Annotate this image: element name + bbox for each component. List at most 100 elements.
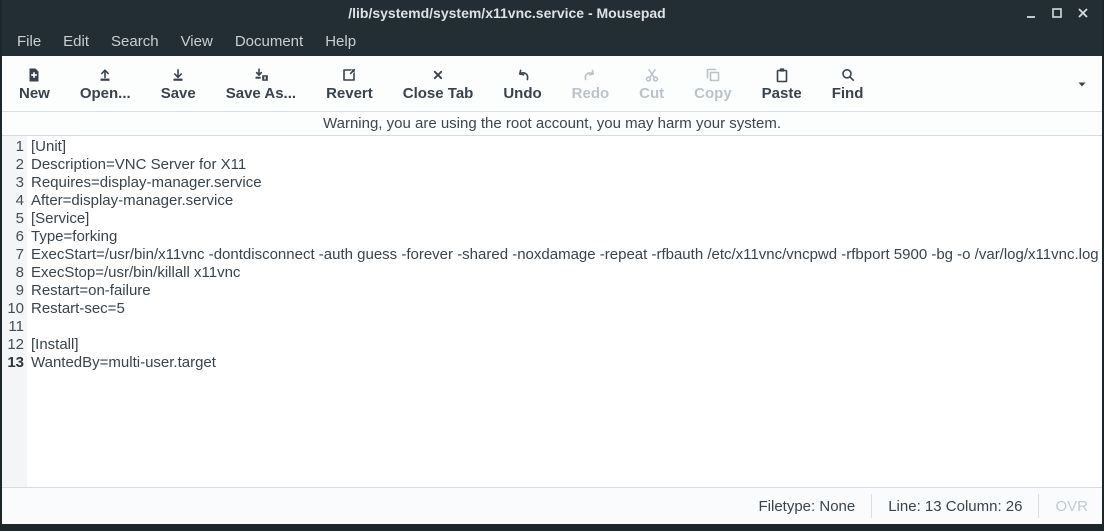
line-text: [Unit]: [27, 138, 66, 156]
toolbar-button-label: Paste: [762, 86, 802, 101]
editor-line: 9Restart=on-failure: [2, 282, 1102, 300]
open-icon: [97, 67, 113, 83]
menu-item-document[interactable]: Document: [224, 29, 314, 54]
line-number: 5: [2, 210, 27, 228]
line-text: ExecStart=/usr/bin/x11vnc -dontdisconnec…: [27, 246, 1099, 264]
toolbar-button-label: Revert: [326, 86, 373, 101]
toolbar-button-label: Copy: [694, 86, 732, 101]
editor-line: 7ExecStart=/usr/bin/x11vnc -dontdisconne…: [2, 246, 1102, 264]
close-tab-icon: [430, 67, 446, 83]
menubar: FileEditSearchViewDocumentHelp: [2, 26, 1102, 56]
statusbar: Filetype: None Line: 13 Column: 26 OVR: [2, 487, 1102, 524]
line-text: Description=VNC Server for X11: [27, 156, 246, 174]
editor-line: 4After=display-manager.service: [2, 192, 1102, 210]
statusbar-filetype[interactable]: Filetype: None: [743, 495, 872, 517]
line-text: Restart-sec=5: [27, 300, 125, 318]
line-number: 3: [2, 174, 27, 192]
save-icon: [170, 67, 186, 83]
statusbar-position[interactable]: Line: 13 Column: 26: [872, 495, 1038, 517]
line-number: 9: [2, 282, 27, 300]
toolbar-button-label: Open...: [80, 86, 131, 101]
toolbar-button-paste[interactable]: Paste: [747, 59, 817, 109]
menu-item-file[interactable]: File: [6, 29, 52, 54]
root-warning-text: Warning, you are using the root account,…: [323, 115, 781, 132]
find-icon: [840, 67, 856, 83]
editor-line: 5[Service]: [2, 210, 1102, 228]
toolbar-button-save[interactable]: Save: [146, 59, 211, 109]
toolbar-button-open[interactable]: Open...: [65, 59, 146, 109]
redo-icon: [582, 67, 598, 83]
toolbar-button-label: Save: [161, 86, 196, 101]
editor-line: 10Restart-sec=5: [2, 300, 1102, 318]
editor-line: 11: [2, 318, 1102, 336]
editor-line: 13WantedBy=multi-user.target: [2, 354, 1102, 372]
maximize-button[interactable]: [1048, 4, 1066, 22]
copy-icon: [705, 67, 721, 83]
line-number: 2: [2, 156, 27, 174]
revert-icon: [341, 67, 357, 83]
toolbar-button-label: Save As...: [226, 86, 296, 101]
close-icon: [1076, 6, 1090, 20]
line-text: ExecStop=/usr/bin/killall x11vnc: [27, 264, 240, 282]
new-document-icon: [26, 67, 42, 83]
minimize-icon: [1024, 6, 1038, 20]
editor-line: 12[Install]: [2, 336, 1102, 354]
editor-line: 3Requires=display-manager.service: [2, 174, 1102, 192]
toolbar-button-copy[interactable]: Copy: [679, 59, 747, 109]
menu-item-edit[interactable]: Edit: [52, 29, 100, 54]
toolbar-button-label: Close Tab: [403, 86, 474, 101]
mousepad-window: /lib/systemd/system/x11vnc.service - Mou…: [0, 0, 1104, 531]
editor-line: 6Type=forking: [2, 228, 1102, 246]
toolbar-button-revert[interactable]: Revert: [311, 59, 388, 109]
toolbar-button-save-as[interactable]: Save As...: [211, 59, 311, 109]
close-button[interactable]: [1074, 4, 1092, 22]
line-text: [Service]: [27, 210, 89, 228]
line-text: Type=forking: [27, 228, 117, 246]
line-number: 1: [2, 138, 27, 156]
titlebar[interactable]: /lib/systemd/system/x11vnc.service - Mou…: [2, 0, 1102, 26]
line-text: Restart=on-failure: [27, 282, 151, 300]
window-controls: [1022, 4, 1102, 22]
editor-line: 2Description=VNC Server for X11: [2, 156, 1102, 174]
line-number: 6: [2, 228, 27, 246]
toolbar-button-label: New: [19, 86, 50, 101]
chevron-down-icon: [1076, 78, 1088, 90]
undo-icon: [515, 67, 531, 83]
toolbar: New Open... Save Save As... Revert Close Tab U…: [2, 56, 1102, 112]
line-number: 13: [2, 354, 27, 372]
line-text: [Install]: [27, 336, 79, 354]
toolbar-button-find[interactable]: Find: [817, 59, 879, 109]
line-number: 7: [2, 246, 27, 264]
toolbar-button-label: Find: [832, 86, 864, 101]
line-number: 4: [2, 192, 27, 210]
paste-icon: [774, 67, 790, 83]
menu-item-help[interactable]: Help: [314, 29, 367, 54]
text-editor-area[interactable]: 1[Unit]2Description=VNC Server for X113R…: [2, 136, 1102, 487]
line-number: 12: [2, 336, 27, 354]
line-text: After=display-manager.service: [27, 192, 233, 210]
menu-item-search[interactable]: Search: [100, 29, 170, 54]
menu-item-view[interactable]: View: [170, 29, 224, 54]
line-number: 11: [2, 318, 27, 336]
toolbar-button-redo[interactable]: Redo: [557, 59, 625, 109]
save-as-icon: [253, 67, 269, 83]
maximize-icon: [1050, 6, 1064, 20]
line-text: [27, 318, 31, 336]
toolbar-button-new[interactable]: New: [4, 59, 65, 109]
editor-lines: 1[Unit]2Description=VNC Server for X113R…: [2, 136, 1102, 372]
toolbar-button-label: Redo: [572, 86, 610, 101]
line-number: 10: [2, 300, 27, 318]
line-number: 8: [2, 264, 27, 282]
line-text: WantedBy=multi-user.target: [27, 354, 216, 372]
toolbar-button-label: Cut: [639, 86, 664, 101]
toolbar-button-undo[interactable]: Undo: [488, 59, 556, 109]
statusbar-overwrite-toggle[interactable]: OVR: [1039, 495, 1102, 517]
editor-line: 8ExecStop=/usr/bin/killall x11vnc: [2, 264, 1102, 282]
toolbar-overflow-button[interactable]: [1064, 78, 1100, 90]
cut-icon: [644, 67, 660, 83]
toolbar-button-label: Undo: [503, 86, 541, 101]
toolbar-button-close-tab[interactable]: Close Tab: [388, 59, 489, 109]
minimize-button[interactable]: [1022, 4, 1040, 22]
root-warning-bar: Warning, you are using the root account,…: [2, 112, 1102, 136]
toolbar-button-cut[interactable]: Cut: [624, 59, 679, 109]
